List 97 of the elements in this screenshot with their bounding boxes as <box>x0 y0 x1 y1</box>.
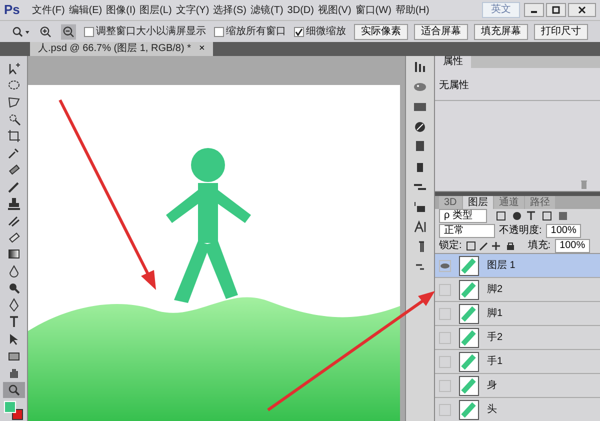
checkbox[interactable] <box>84 26 94 36</box>
zoom-tool-icon[interactable] <box>12 26 32 38</box>
visibility-toggle[interactable] <box>439 260 451 272</box>
tab-close-button[interactable]: × <box>198 43 205 55</box>
visibility-toggle[interactable] <box>439 284 451 296</box>
blend-mode-dropdown[interactable]: 正常 <box>439 224 495 238</box>
tool-button[interactable] <box>2 382 24 398</box>
layer-thumbnail <box>459 400 479 420</box>
checkbox-label: 细微缩放 <box>306 24 346 39</box>
checkbox-label: 调整窗口大小以满屏显示 <box>96 24 206 39</box>
checkbox-label: 缩放所有窗口 <box>226 24 286 39</box>
opacity-label: 不透明度: <box>499 224 542 238</box>
visibility-toggle[interactable] <box>439 332 451 344</box>
layer-name: 手1 <box>487 354 503 369</box>
document-title: 人.psd @ 66.7% (图层 1, RGB/8) * <box>38 43 191 55</box>
layer-name: 手2 <box>487 330 503 345</box>
visibility-toggle[interactable] <box>439 308 451 320</box>
tool-icon <box>6 112 20 126</box>
layer-name: 头 <box>487 402 497 417</box>
panel-icon[interactable] <box>413 200 427 214</box>
opacity-field[interactable]: 100% <box>546 224 582 238</box>
minimize-button[interactable] <box>524 3 544 17</box>
tool-icon <box>6 247 20 262</box>
lock-options-icons[interactable] <box>466 240 516 250</box>
fill-label: 填充: <box>528 238 551 253</box>
panel-tab[interactable]: 路径 <box>524 196 555 209</box>
tool-icon <box>6 180 20 194</box>
layer-row[interactable]: 手2 <box>435 326 600 350</box>
tool-icon <box>6 78 20 92</box>
foreground-color-swatch[interactable] <box>4 401 16 414</box>
tool-icon <box>6 60 20 75</box>
layer-name: 身 <box>487 379 497 393</box>
panel-tab[interactable]: 属性 <box>435 56 471 68</box>
visibility-toggle[interactable] <box>439 404 451 416</box>
app-logo: Ps <box>4 1 21 20</box>
lock-label: 锁定: <box>439 238 462 253</box>
tool-icon <box>6 196 20 211</box>
tool-icon <box>6 281 20 296</box>
maximize-icon <box>552 6 560 14</box>
tool-icon <box>6 146 20 160</box>
layer-thumbnail <box>459 304 479 324</box>
menu-item[interactable]: 文字(Y) <box>174 2 212 18</box>
zoom-in-icon[interactable] <box>39 24 53 38</box>
layer-filter-dropdown[interactable]: ρ 类型 <box>439 209 487 223</box>
menu-item[interactable]: 文件(F) <box>30 2 67 18</box>
layer-name: 图层 1 <box>487 259 516 273</box>
menu-item[interactable]: 滤镜(T) <box>248 2 286 18</box>
visibility-toggle[interactable] <box>439 356 451 368</box>
menu-item[interactable]: 窗口(W) <box>353 2 394 18</box>
properties-message: 无属性 <box>439 80 469 91</box>
layer-thumbnail <box>459 352 479 372</box>
layer-row[interactable]: 身 <box>435 374 600 398</box>
menu-item[interactable]: 图层(L) <box>138 2 174 18</box>
tool-icon <box>6 298 20 312</box>
layer-thumbnail <box>459 376 479 396</box>
panel-tab[interactable]: 通道 <box>494 196 524 209</box>
menu-item[interactable]: 帮助(H) <box>393 2 432 18</box>
layer-row[interactable]: 手1 <box>435 350 600 374</box>
fill-field[interactable]: 100% <box>554 238 590 252</box>
close-icon <box>578 6 586 14</box>
layer-row[interactable]: 脚2 <box>435 278 600 302</box>
zoom-preset-button[interactable]: 实际像素 <box>354 24 408 40</box>
layer-row[interactable]: 脚1 <box>435 302 600 326</box>
layer-thumbnail <box>459 256 479 276</box>
layer-thumbnail <box>459 328 479 348</box>
menu-item[interactable]: 3D(D) <box>285 2 316 18</box>
tool-icon <box>6 128 20 143</box>
panel-icon[interactable] <box>413 140 427 154</box>
panel-icon[interactable] <box>413 100 427 114</box>
language-badge[interactable]: 英文 <box>482 2 520 18</box>
layer-name: 脚1 <box>487 306 503 321</box>
zoom-out-icon[interactable] <box>60 24 76 40</box>
panel-icon[interactable] <box>413 120 427 134</box>
maximize-button[interactable] <box>546 3 566 17</box>
layer-thumbnail <box>459 280 479 300</box>
menu-item[interactable]: 编辑(E) <box>66 2 104 18</box>
panel-icon[interactable] <box>413 220 427 234</box>
menu-item[interactable]: 图像(I) <box>104 2 138 18</box>
menu-item[interactable]: 选择(S) <box>211 2 248 18</box>
zoom-preset-button[interactable]: 填充屏幕 <box>474 24 528 40</box>
visibility-toggle[interactable] <box>439 380 451 392</box>
tool-icon <box>6 214 20 228</box>
layer-name: 脚2 <box>487 282 503 297</box>
panel-tab[interactable]: 图层 <box>462 196 493 209</box>
layer-row[interactable]: 图层 1 <box>435 254 600 278</box>
document-tab[interactable]: 人.psd @ 66.7% (图层 1, RGB/8) * × <box>30 42 213 56</box>
tool-icon <box>6 264 20 278</box>
panel-tab[interactable]: 3D <box>439 196 462 209</box>
tool-icon <box>6 383 20 398</box>
zoom-preset-button[interactable]: 适合屏幕 <box>414 24 468 40</box>
menu-item[interactable]: 视图(V) <box>316 2 354 18</box>
checkbox[interactable] <box>294 26 304 36</box>
panel-icon[interactable] <box>413 60 427 74</box>
zoom-preset-button[interactable]: 打印尺寸 <box>534 24 588 40</box>
close-button[interactable] <box>568 3 596 17</box>
tool-icon <box>6 94 20 109</box>
checkbox[interactable] <box>214 26 224 36</box>
